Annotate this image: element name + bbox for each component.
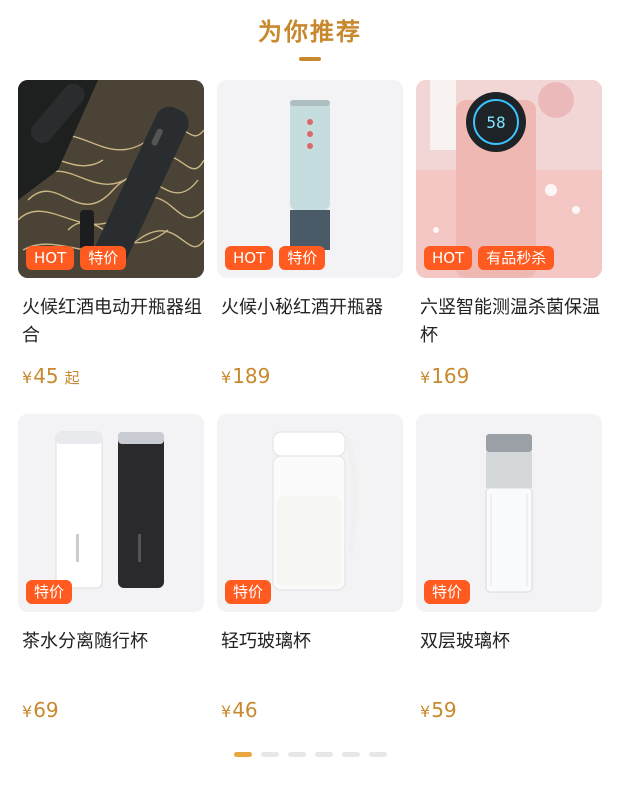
price-value: 189: [232, 364, 271, 388]
product-name[interactable]: 茶水分离随行杯: [18, 628, 202, 684]
price-value: 46: [232, 698, 258, 722]
hot-badge: HOT: [26, 246, 75, 270]
price-value: 59: [431, 698, 457, 722]
sale-badge: 特价: [279, 246, 326, 270]
product-price: ¥45 起: [18, 364, 204, 388]
product-price: ¥59: [416, 698, 602, 722]
price-value: 169: [431, 364, 470, 388]
product-card[interactable]: 58 HOT 有品秒杀 六竖智能测温杀菌保温杯 ¥169: [416, 80, 602, 388]
title-underline: [299, 57, 321, 61]
badge-group: 特价: [424, 580, 471, 604]
price-value: 45: [33, 364, 59, 388]
product-image-smart-thermos[interactable]: 58 HOT 有品秒杀: [416, 80, 602, 278]
svg-text:58: 58: [486, 113, 505, 132]
price-value: 69: [33, 698, 59, 722]
currency-symbol: ¥: [420, 702, 431, 721]
badge-group: HOT 有品秒杀: [424, 246, 555, 270]
currency-symbol: ¥: [420, 368, 431, 387]
product-price: ¥189: [217, 364, 403, 388]
product-card[interactable]: 特价 双层玻璃杯 ¥59: [416, 414, 602, 722]
price-suffix: 起: [64, 369, 80, 387]
product-name[interactable]: 轻巧玻璃杯: [217, 628, 401, 684]
hot-badge: HOT: [424, 246, 473, 270]
currency-symbol: ¥: [221, 702, 232, 721]
product-image-electric-wine-opener[interactable]: HOT 特价: [217, 80, 403, 278]
currency-symbol: ¥: [22, 368, 33, 387]
badge-group: HOT 特价: [225, 246, 326, 270]
sale-badge: 特价: [424, 580, 471, 604]
pager-dots: [0, 752, 620, 757]
pager-dot[interactable]: [233, 752, 252, 757]
currency-symbol: ¥: [221, 368, 232, 387]
product-card[interactable]: HOT 特价 火候小秘红酒开瓶器 ¥189: [217, 80, 403, 388]
product-image-tea-separation-cups[interactable]: 特价: [18, 414, 204, 612]
badge-group: 特价: [225, 580, 272, 604]
sale-badge: 特价: [26, 580, 73, 604]
product-image-glass-bottle[interactable]: 特价: [217, 414, 403, 612]
badge-group: HOT 特价: [26, 246, 127, 270]
product-price: ¥46: [217, 698, 403, 722]
product-image-wine-opener-set[interactable]: HOT 特价: [18, 80, 204, 278]
section-header: 为你推荐: [0, 12, 620, 61]
product-image-double-glass-cup[interactable]: 特价: [416, 414, 602, 612]
pager-dot[interactable]: [260, 752, 279, 757]
pager-dot[interactable]: [314, 752, 333, 757]
currency-symbol: ¥: [22, 702, 33, 721]
product-name[interactable]: 火候红酒电动开瓶器组合: [18, 294, 202, 350]
pager-dot[interactable]: [368, 752, 387, 757]
product-price: ¥169: [416, 364, 602, 388]
pager-dot[interactable]: [341, 752, 360, 757]
section-title: 为你推荐: [258, 18, 362, 46]
product-card[interactable]: 特价 茶水分离随行杯 ¥69: [18, 414, 204, 722]
sale-badge: 特价: [80, 246, 127, 270]
hot-badge: HOT: [225, 246, 274, 270]
flash-sale-badge: 有品秒杀: [478, 246, 555, 270]
product-name[interactable]: 六竖智能测温杀菌保温杯: [416, 294, 600, 350]
product-name[interactable]: 双层玻璃杯: [416, 628, 600, 684]
product-card[interactable]: 特价 轻巧玻璃杯 ¥46: [217, 414, 403, 722]
sale-badge: 特价: [225, 580, 272, 604]
pager-dot[interactable]: [287, 752, 306, 757]
product-price: ¥69: [18, 698, 204, 722]
product-name[interactable]: 火候小秘红酒开瓶器: [217, 294, 401, 350]
badge-group: 特价: [26, 580, 73, 604]
product-card[interactable]: HOT 特价 火候红酒电动开瓶器组合 ¥45 起: [18, 80, 204, 388]
